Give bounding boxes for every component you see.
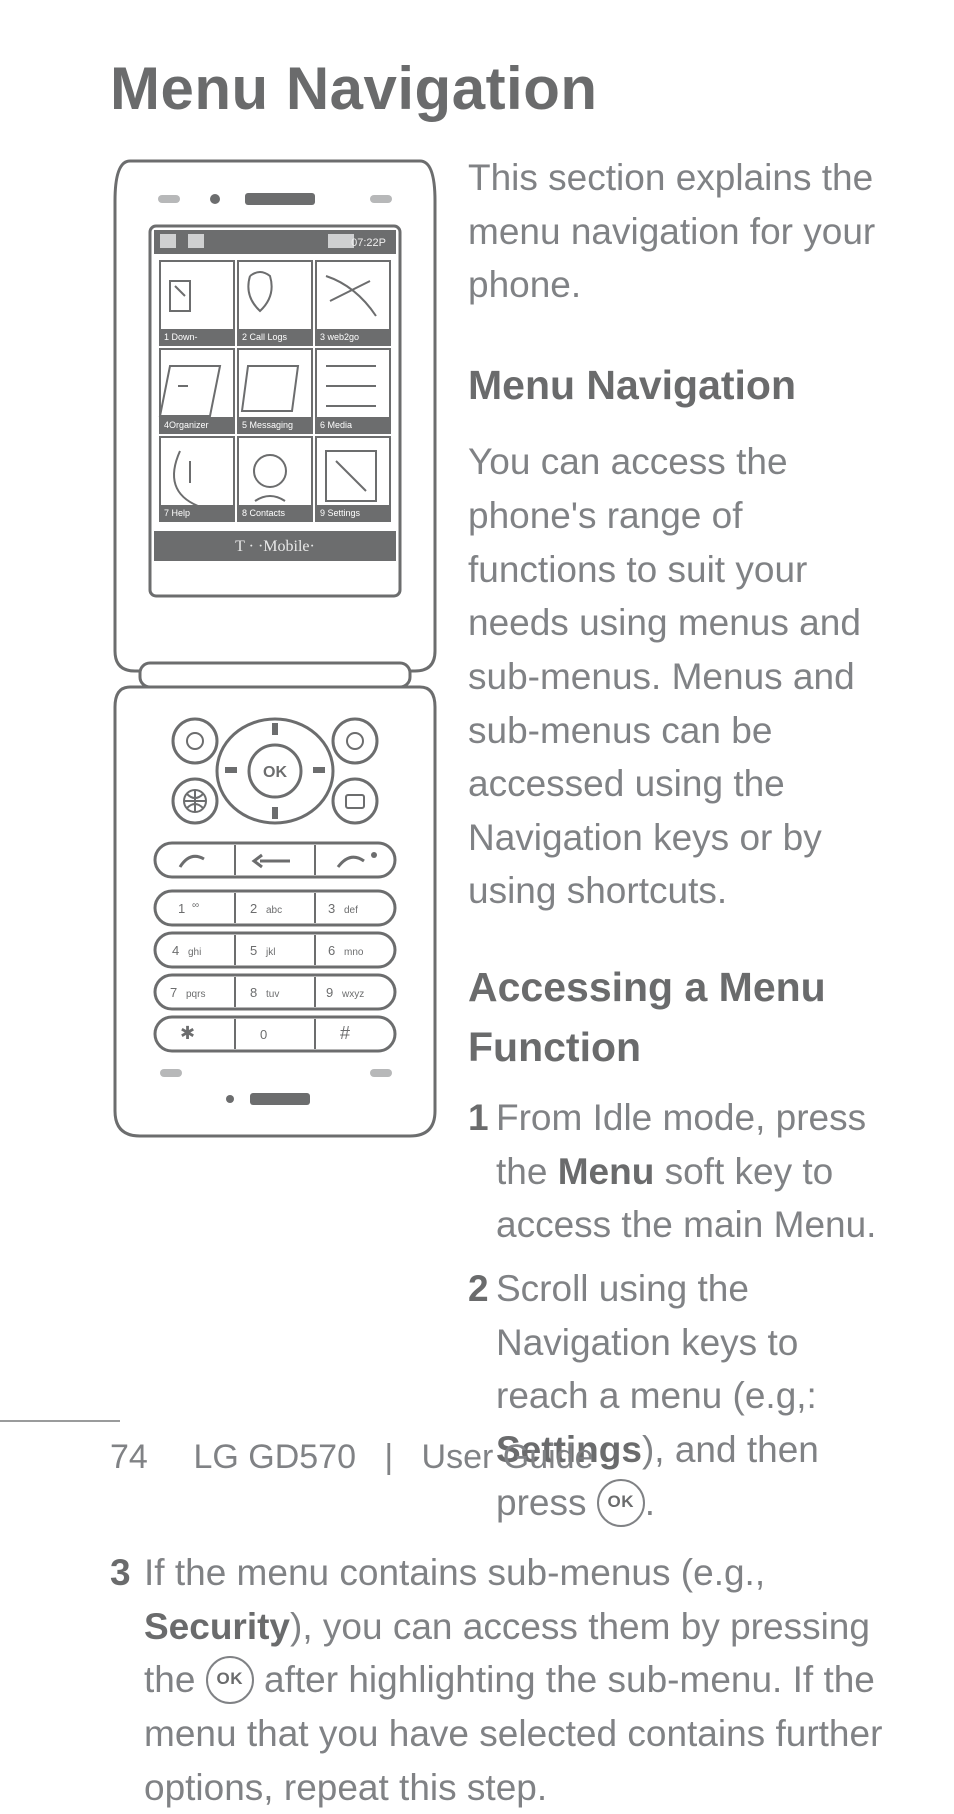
svg-text:1 Down-: 1 Down- bbox=[164, 332, 198, 342]
footer-title: User Guide bbox=[422, 1438, 594, 1476]
svg-text:OK: OK bbox=[263, 764, 287, 781]
ok-icon: OK bbox=[597, 1479, 645, 1527]
step-number: 2 bbox=[468, 1262, 496, 1530]
svg-text:ghi: ghi bbox=[188, 947, 201, 958]
page-title: Menu Navigation bbox=[110, 54, 894, 123]
step-1: 1 From Idle mode, press the Menu soft ke… bbox=[468, 1091, 894, 1252]
ok-icon: OK bbox=[206, 1656, 254, 1704]
svg-text:def: def bbox=[344, 905, 358, 916]
section1-body: You can access the phone's range of func… bbox=[468, 435, 894, 918]
svg-text:9: 9 bbox=[326, 985, 333, 1000]
step2-post: . bbox=[645, 1482, 655, 1523]
page-number: 74 bbox=[110, 1438, 184, 1477]
svg-text:7: 7 bbox=[170, 985, 177, 1000]
section1-heading: Menu Navigation bbox=[468, 356, 894, 415]
svg-text:4: 4 bbox=[172, 943, 179, 958]
svg-text:8: 8 bbox=[250, 985, 257, 1000]
svg-text:5: 5 bbox=[250, 943, 257, 958]
svg-text:∞: ∞ bbox=[192, 900, 199, 911]
step-2: 2 Scroll using the Navigation keys to re… bbox=[468, 1262, 894, 1530]
svg-text:7 Help: 7 Help bbox=[164, 508, 190, 518]
svg-text:9 Settings: 9 Settings bbox=[320, 508, 361, 518]
svg-text:5 Messaging: 5 Messaging bbox=[242, 420, 293, 430]
svg-text:pqrs: pqrs bbox=[186, 989, 205, 1000]
footer-product: LG GD570 bbox=[193, 1438, 356, 1476]
svg-text:4Organizer: 4Organizer bbox=[164, 420, 209, 430]
svg-text:0: 0 bbox=[260, 1027, 267, 1042]
step3-pre: If the menu contains sub-menus (e.g., bbox=[144, 1552, 765, 1593]
step-number: 1 bbox=[468, 1091, 496, 1252]
step-number: 3 bbox=[110, 1546, 144, 1814]
phone-illustration: 07:22P bbox=[110, 151, 440, 1540]
svg-text:2 Call Logs: 2 Call Logs bbox=[242, 332, 288, 342]
svg-text:abc: abc bbox=[266, 905, 282, 916]
step2-pre: Scroll using the Navigation keys to reac… bbox=[496, 1268, 817, 1416]
svg-text:✱: ✱ bbox=[180, 1023, 195, 1043]
svg-text:wxyz: wxyz bbox=[341, 989, 364, 1000]
section2-heading: Accessing a Menu Function bbox=[468, 958, 894, 1077]
svg-text:1: 1 bbox=[178, 901, 185, 916]
step3-mid2: after highlighting the sub-menu. If the … bbox=[144, 1659, 882, 1807]
step-3: 3 If the menu contains sub-menus (e.g., … bbox=[110, 1546, 894, 1814]
svg-text:jkl: jkl bbox=[265, 947, 275, 958]
svg-text:6: 6 bbox=[328, 943, 335, 958]
status-time: 07:22P bbox=[351, 237, 386, 249]
svg-text:3: 3 bbox=[328, 901, 335, 916]
svg-text:2: 2 bbox=[250, 901, 257, 916]
svg-text:tuv: tuv bbox=[266, 989, 279, 1000]
svg-text:mno: mno bbox=[344, 947, 364, 958]
step1-bold: Menu bbox=[558, 1151, 655, 1192]
intro-paragraph: This section explains the menu navigatio… bbox=[468, 151, 894, 312]
page-footer: 74 LG GD570 | User Guide bbox=[0, 1420, 954, 1477]
footer-sep: | bbox=[384, 1438, 393, 1476]
svg-text:T · ·Mobile·: T · ·Mobile· bbox=[235, 538, 315, 555]
svg-text:8 Contacts: 8 Contacts bbox=[242, 508, 286, 518]
svg-text:6 Media: 6 Media bbox=[320, 420, 352, 430]
step3-bold: Security bbox=[144, 1606, 290, 1647]
svg-text:#: # bbox=[340, 1023, 350, 1043]
svg-text:3 web2go: 3 web2go bbox=[320, 332, 359, 342]
